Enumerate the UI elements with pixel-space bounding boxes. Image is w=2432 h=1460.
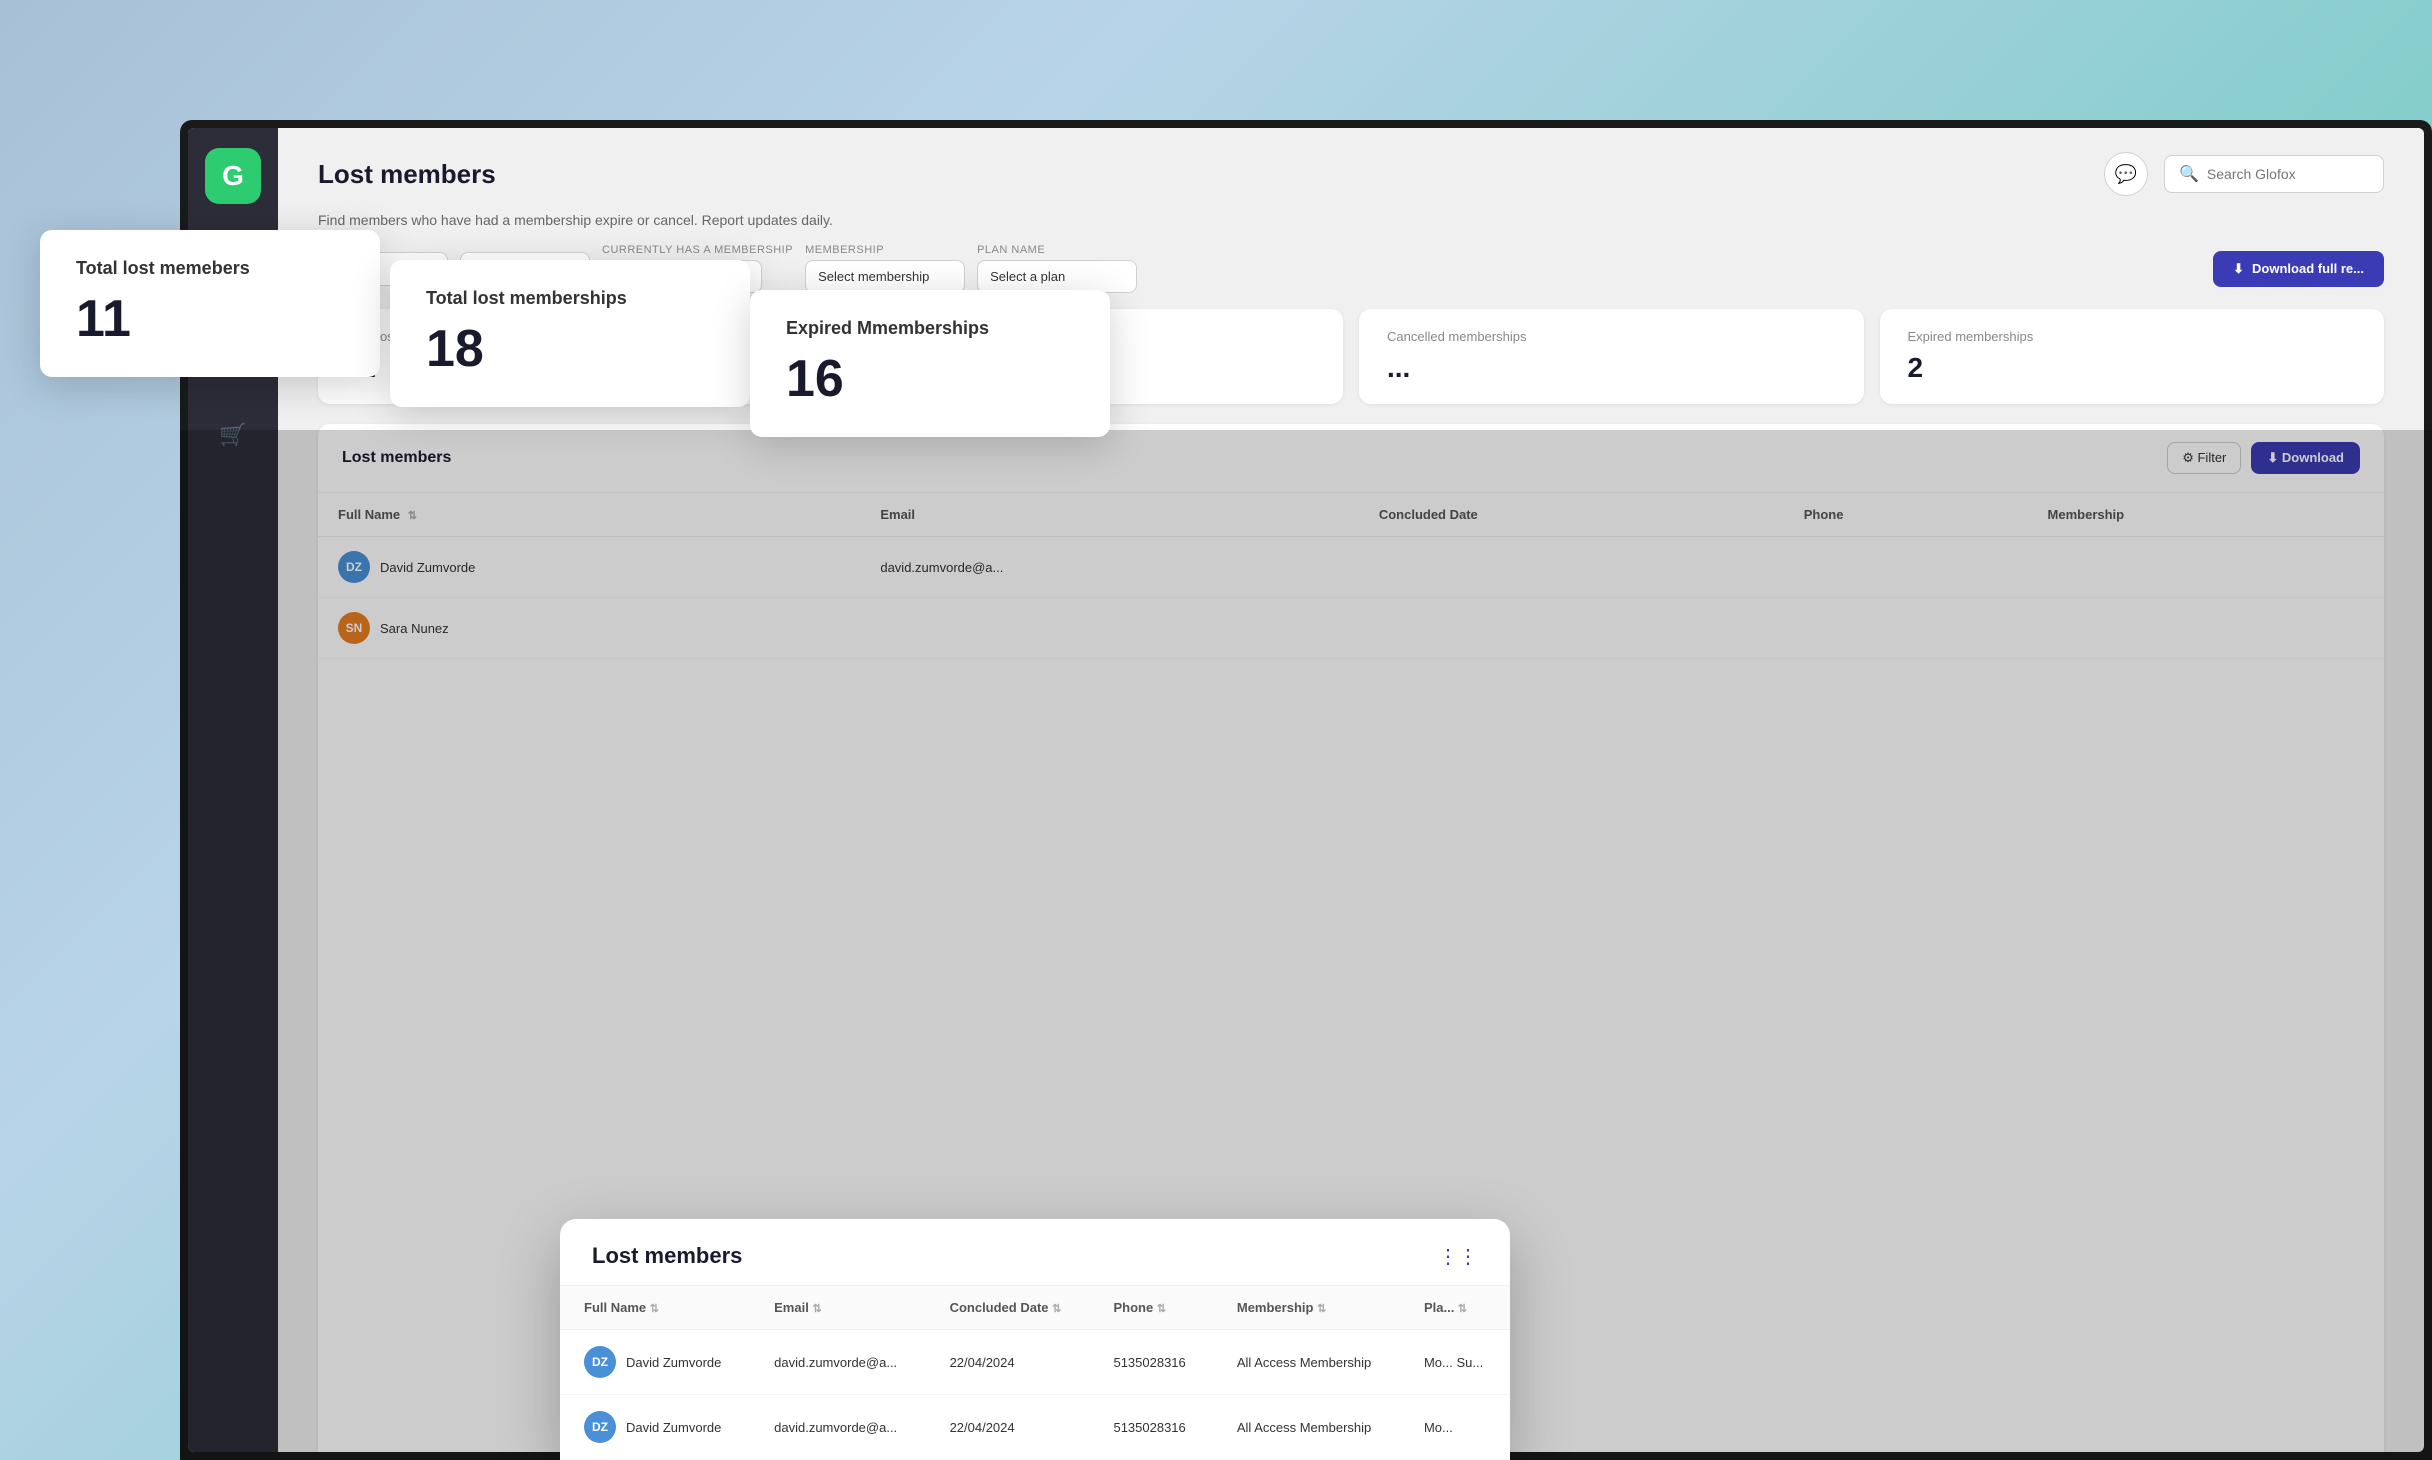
stat-cancelled-value: ... bbox=[1387, 352, 1836, 384]
modal-col-name: Full Name ⇅ bbox=[560, 1286, 750, 1330]
filter-group-membership: Membership Select membership bbox=[805, 244, 965, 293]
modal-table-header: Full Name ⇅ Email ⇅ Concluded Date ⇅ Pho… bbox=[560, 1286, 1510, 1330]
filter-group-plan: Plan Name Select a plan bbox=[977, 244, 1137, 293]
search-input[interactable] bbox=[2207, 166, 2367, 182]
modal-col-plan: Pla... ⇅ bbox=[1400, 1286, 1510, 1330]
modal-header: Lost members ⋮⋮ bbox=[560, 1219, 1510, 1286]
download-icon: ⬇ bbox=[2233, 261, 2244, 277]
header-right: 💬 🔍 bbox=[2104, 152, 2384, 196]
filter-membership-label: Membership bbox=[805, 244, 965, 256]
modal-col-email: Email ⇅ bbox=[750, 1286, 925, 1330]
modal-avatar-dz-2: DZ bbox=[584, 1411, 616, 1443]
tooltip-expired-value: 16 bbox=[786, 349, 1074, 409]
download-full-report-button[interactable]: ⬇ Download full re... bbox=[2213, 251, 2384, 287]
modal-options-icon[interactable]: ⋮⋮ bbox=[1438, 1244, 1478, 1269]
modal-overlay[interactable]: Lost members ⋮⋮ Full Name ⇅ Email ⇅ Conc… bbox=[180, 430, 2432, 1460]
modal-avatar-dz-1: DZ bbox=[584, 1346, 616, 1378]
filter-plan-select[interactable]: Select a plan bbox=[977, 260, 1137, 293]
modal-table-row[interactable]: DZ David Zumvorde david.zumvorde@a... 22… bbox=[560, 1395, 1510, 1460]
tooltip-expired-memberships: Expired Mmemberships 16 bbox=[750, 290, 1110, 437]
stat-card-cancelled: Cancelled memberships ... bbox=[1359, 309, 1864, 404]
modal-date-2: 22/04/2024 bbox=[926, 1395, 1090, 1460]
modal-membership-2: All Access Membership bbox=[1213, 1395, 1400, 1460]
modal-name-2: David Zumvorde bbox=[626, 1420, 721, 1435]
stat-cancelled-label: Cancelled memberships bbox=[1387, 329, 1836, 344]
modal-email-1: david.zumvorde@a... bbox=[750, 1330, 925, 1395]
tooltip-members-title: Total lost memebers bbox=[76, 258, 344, 279]
modal-date-1: 22/04/2024 bbox=[926, 1330, 1090, 1395]
tooltip-members-value: 11 bbox=[76, 289, 344, 349]
filter-membership-status-label: Currently has a membership bbox=[602, 244, 793, 256]
modal-email-2: david.zumvorde@a... bbox=[750, 1395, 925, 1460]
modal-phone-1: 5135028316 bbox=[1089, 1330, 1212, 1395]
tooltip-expired-title: Expired Mmemberships bbox=[786, 318, 1074, 339]
modal-member-cell-1: DZ David Zumvorde bbox=[584, 1346, 726, 1378]
modal-name-1: David Zumvorde bbox=[626, 1355, 721, 1370]
modal-plan-2: Mo... bbox=[1400, 1395, 1510, 1460]
modal-table: Full Name ⇅ Email ⇅ Concluded Date ⇅ Pho… bbox=[560, 1286, 1510, 1460]
tooltip-lost-memberships: Total lost memberships 18 bbox=[390, 260, 750, 407]
search-icon: 🔍 bbox=[2179, 164, 2199, 184]
modal-col-phone: Phone ⇅ bbox=[1089, 1286, 1212, 1330]
page-description: Find members who have had a membership e… bbox=[278, 196, 2424, 244]
tooltip-memberships-value: 18 bbox=[426, 319, 714, 379]
modal-title: Lost members bbox=[592, 1243, 742, 1269]
filter-membership-select[interactable]: Select membership bbox=[805, 260, 965, 293]
modal-phone-2: 5135028316 bbox=[1089, 1395, 1212, 1460]
stat-expired-label: Expired memberships bbox=[1908, 329, 2357, 344]
modal-membership-1: All Access Membership bbox=[1213, 1330, 1400, 1395]
modal-col-concluded-date: Concluded Date ⇅ bbox=[926, 1286, 1090, 1330]
sidebar-logo[interactable]: G bbox=[205, 148, 261, 204]
stat-card-expired: Expired memberships 2 bbox=[1880, 309, 2385, 404]
modal-plan-1: Mo... Su... bbox=[1400, 1330, 1510, 1395]
page-title: Lost members bbox=[318, 159, 496, 190]
modal-col-membership: Membership ⇅ bbox=[1213, 1286, 1400, 1330]
modal: Lost members ⋮⋮ Full Name ⇅ Email ⇅ Conc… bbox=[560, 1219, 1510, 1460]
stat-expired-value: 2 bbox=[1908, 352, 2357, 384]
tooltip-lost-members: Total lost memebers 11 bbox=[40, 230, 380, 377]
header: Lost members 💬 🔍 bbox=[278, 128, 2424, 196]
chat-button[interactable]: 💬 bbox=[2104, 152, 2148, 196]
tooltip-memberships-title: Total lost memberships bbox=[426, 288, 714, 309]
search-bar[interactable]: 🔍 bbox=[2164, 155, 2384, 193]
modal-member-cell-2: DZ David Zumvorde bbox=[584, 1411, 726, 1443]
modal-table-row[interactable]: DZ David Zumvorde david.zumvorde@a... 22… bbox=[560, 1330, 1510, 1395]
filter-plan-label: Plan Name bbox=[977, 244, 1137, 256]
